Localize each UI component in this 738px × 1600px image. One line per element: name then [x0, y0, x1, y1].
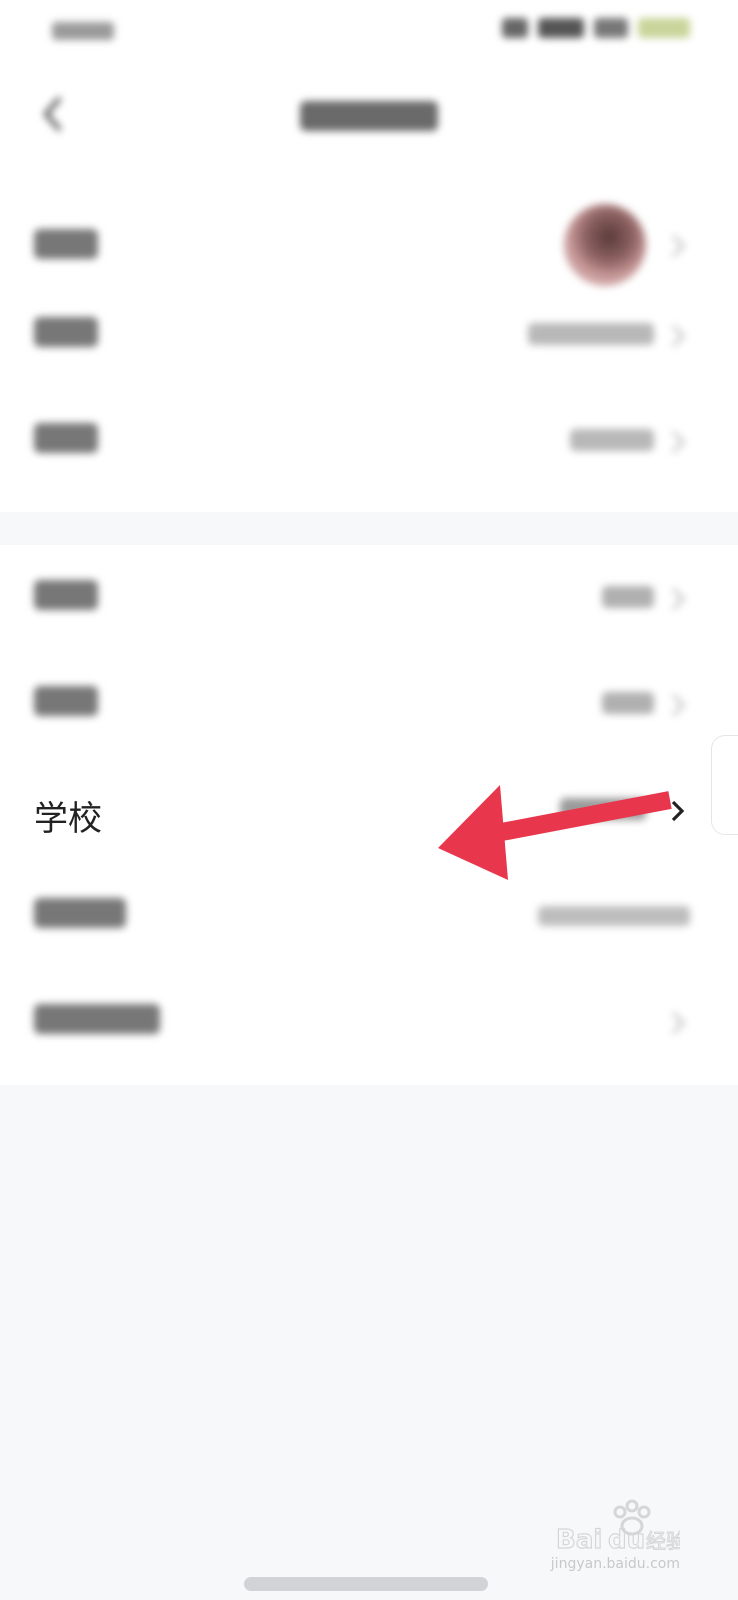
- chevron-right-icon: [671, 587, 686, 611]
- chevron-right-icon: [671, 800, 685, 822]
- network-icon: [594, 18, 628, 38]
- nickname-row[interactable]: [0, 282, 738, 388]
- school-label: 学校: [34, 799, 102, 839]
- nav-bar: [0, 70, 738, 160]
- grade-label: [34, 685, 98, 725]
- wifi-icon: [538, 18, 584, 38]
- nickname-label: [34, 316, 98, 356]
- identity-row[interactable]: [0, 545, 738, 651]
- watermark-url: jingyan.baidu.com: [550, 1556, 680, 1572]
- avatar-label: [34, 228, 98, 268]
- identity-label: [34, 579, 98, 619]
- svg-text:Bai: Bai: [556, 1525, 602, 1555]
- side-drawer-handle[interactable]: [711, 735, 738, 835]
- status-icons: [502, 18, 690, 38]
- avatar[interactable]: [564, 204, 646, 286]
- chevron-right-icon: [671, 693, 686, 717]
- profile-school-section: 学校: [0, 545, 738, 1085]
- chevron-right-icon: [671, 430, 686, 454]
- bound-phone-row[interactable]: [0, 863, 738, 969]
- page-title: [0, 94, 738, 134]
- bound-phone-value: [538, 903, 690, 933]
- school-row[interactable]: 学校: [0, 757, 738, 863]
- home-indicator: [244, 1577, 488, 1591]
- change-password-label: [34, 1003, 160, 1043]
- identity-value: [602, 585, 654, 615]
- grade-value: [602, 691, 654, 721]
- battery-icon: [638, 18, 690, 38]
- svg-text:du: du: [608, 1525, 645, 1555]
- chevron-right-icon: [671, 324, 686, 348]
- chevron-right-icon: [671, 1011, 686, 1035]
- nickname-value: [528, 322, 654, 352]
- gender-row[interactable]: [0, 388, 738, 494]
- grade-row[interactable]: [0, 651, 738, 757]
- svg-text:经验: 经验: [646, 1529, 680, 1553]
- signal-icon: [502, 18, 528, 38]
- gender-value: [570, 428, 654, 458]
- school-value: [560, 797, 646, 827]
- profile-basic-section: [0, 160, 738, 512]
- change-password-row[interactable]: [0, 969, 738, 1075]
- bound-phone-label: [34, 897, 126, 937]
- status-time: [52, 18, 114, 46]
- status-bar: [0, 0, 738, 70]
- baidu-jingyan-watermark: Bai du 经验: [555, 1499, 680, 1556]
- gender-label: [34, 422, 98, 462]
- chevron-right-icon: [671, 234, 686, 258]
